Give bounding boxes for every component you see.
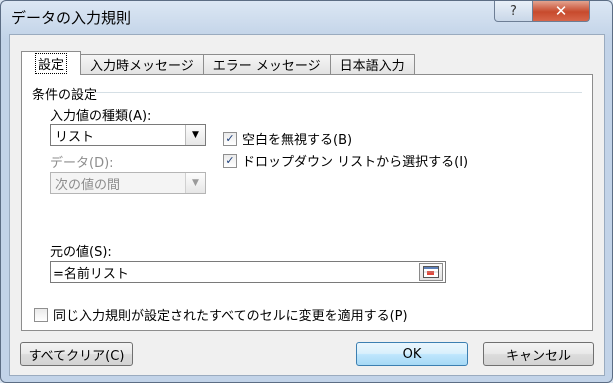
in-cell-dropdown-label: ドロップダウン リストから選択する(I) (242, 155, 469, 170)
tab-input-message[interactable]: 入力時メッセージ (80, 54, 204, 74)
chevron-down-icon[interactable]: ▼ (185, 125, 205, 145)
source-label: 元の値(S): (50, 245, 112, 260)
allow-select[interactable]: リスト ▼ (50, 124, 206, 146)
apply-to-all-label: 同じ入力規則が設定されたすべてのセルに変更を適用する(P) (53, 309, 408, 324)
criteria-group-title: 条件の設定 (32, 88, 98, 103)
chevron-down-icon[interactable]: ▼ (185, 173, 205, 193)
clear-all-button[interactable]: すべてクリア(C) (20, 342, 133, 366)
data-select-value: 次の値の間 (55, 177, 121, 193)
checkbox-box[interactable] (34, 307, 48, 322)
ignore-blank-label: 空白を無視する(B) (242, 133, 353, 148)
dialog-window: データの入力規則 ? ✕ 設定 入力時メッセージ エラー メッセージ 日本語入力… (0, 0, 613, 383)
dialog-client-area: 設定 入力時メッセージ エラー メッセージ 日本語入力 条件の設定 入力値の種類… (9, 34, 605, 376)
data-select[interactable]: 次の値の間 ▼ (50, 172, 206, 194)
allow-select-value: リスト (55, 129, 95, 145)
allow-label: 入力値の種類(A): (50, 109, 152, 124)
checkmark-icon[interactable]: ✓ (223, 131, 237, 146)
close-button[interactable]: ✕ (532, 1, 590, 22)
tab-settings-label: 設定 (34, 53, 68, 74)
tab-strip: 設定 入力時メッセージ エラー メッセージ 日本語入力 (21, 51, 415, 75)
settings-panel: 条件の設定 入力値の種類(A): リスト ▼ データ(D): 次の値の間 ▼ ✓… (21, 74, 593, 331)
in-cell-dropdown-checkbox[interactable]: ✓ ドロップダウン リストから選択する(I) (223, 151, 468, 170)
source-input-value: =名前リスト (53, 266, 129, 282)
tab-settings[interactable]: 設定 (21, 51, 82, 75)
ignore-blank-checkbox[interactable]: ✓ 空白を無視する(B) (223, 129, 352, 148)
tab-ime[interactable]: 日本語入力 (329, 54, 415, 74)
help-button[interactable]: ? (494, 1, 533, 22)
group-divider (96, 92, 582, 93)
checkmark-icon[interactable]: ✓ (223, 153, 237, 168)
dialog-title: データの入力規則 (11, 9, 132, 27)
source-input[interactable]: =名前リスト (50, 261, 446, 283)
ok-button[interactable]: OK (356, 342, 468, 366)
range-select-icon[interactable] (419, 263, 443, 281)
apply-to-all-checkbox[interactable]: 同じ入力規則が設定されたすべてのセルに変更を適用する(P) (34, 305, 408, 324)
cancel-button[interactable]: キャンセル (483, 342, 594, 366)
data-label: データ(D): (50, 156, 114, 171)
tab-error-message[interactable]: エラー メッセージ (202, 54, 331, 74)
